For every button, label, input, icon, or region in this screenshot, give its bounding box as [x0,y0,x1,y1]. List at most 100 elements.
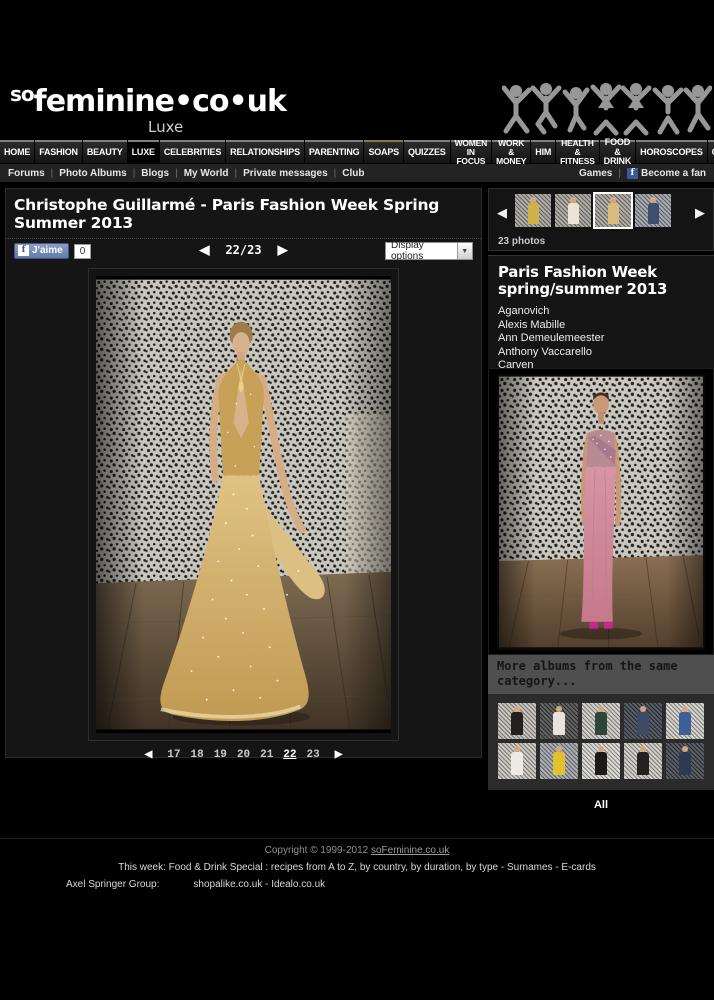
like-button[interactable]: fJ'aime [14,243,69,259]
sub-nav-divider: | [618,168,621,179]
page-number-21[interactable]: 21 [260,749,273,761]
strip-thumbnail-2[interactable] [555,194,591,227]
nav-item-work-money[interactable]: WORK & MONEY [492,140,530,163]
model-dress [553,752,565,775]
photo-position: 22/23 [225,243,261,257]
strip-next-arrow[interactable]: ▶ [695,205,705,221]
designer-alexis-mabille[interactable]: Alexis Mabille [498,319,704,333]
model-dress [528,203,539,224]
designer-anthony-vaccarello[interactable]: Anthony Vaccarello [498,346,704,360]
nav-item-parenting[interactable]: PARENTING [305,140,364,163]
model-dress [648,203,659,224]
album-thumbnail-8[interactable] [582,743,620,779]
nav-item-soaps[interactable]: SOAPS [364,140,403,163]
album-thumbnail-5[interactable] [666,703,704,739]
facebook-icon: f [627,168,638,179]
main-nav: HOMEFASHIONBEAUTYLUXECELEBRITIESRELATION… [0,140,714,163]
nav-item-food-drink[interactable]: FOOD & DRINK [600,140,636,163]
sub-nav-divider: | [51,168,54,179]
model-dress [511,712,523,735]
facebook-like-widget: fJ'aime 0 [14,243,91,259]
next-page-arrow[interactable]: ▶ [335,750,343,761]
page-number-23[interactable]: 23 [307,749,320,761]
album-thumbnail-3[interactable] [582,703,620,739]
main-photo[interactable] [89,269,398,740]
footer-separator [0,838,714,839]
designer-ann-demeulemeester[interactable]: Ann Demeulemeester [498,332,704,346]
facebook-icon: f [18,245,29,256]
model-dress [568,203,579,224]
album-title: Paris Fashion Week spring/summer 2013 [498,264,704,298]
album-thumbnail-2[interactable] [540,703,578,739]
dancing-figures-graphic [502,78,712,141]
nav-item-health-fitness[interactable]: HEALTH & FITNESS [556,140,598,163]
album-thumbnail-1[interactable] [498,703,536,739]
next-photo[interactable] [497,374,705,650]
album-thumbnail-9[interactable] [624,743,662,779]
display-options-label: Display options [391,240,457,262]
page-number-nav: ◀ 17 18 19 20 21 22 23 ▶ [6,749,481,761]
page-number-20[interactable]: 20 [237,749,250,761]
gallery-controls: fJ'aime 0 ◀ 22/23 ▶ Display options ▼ [6,239,481,265]
sub-nav-private-messages[interactable]: Private messages [243,168,328,179]
album-thumbnail-10[interactable] [666,743,704,779]
nav-item-home[interactable]: HOME [0,140,34,163]
thumbnail-strip [515,194,671,227]
album-thumbnail-6[interactable] [498,743,536,779]
logo-tagline: Luxe [148,118,183,136]
model-dress [595,712,607,735]
page-number-18[interactable]: 18 [190,749,203,761]
designer-aganovich[interactable]: Aganovich [498,305,704,319]
album-thumbnail-7[interactable] [540,743,578,779]
nav-item-beauty[interactable]: BEAUTY [83,140,127,163]
next-photo-arrow[interactable]: ▶ [278,242,288,258]
model-dress [595,752,607,775]
page-number-22[interactable]: 22 [283,749,296,761]
logo-so: so [10,82,34,106]
sub-nav-left: Forums|Photo Albums|Blogs|My World|Priva… [8,168,364,179]
more-albums-header: More albums from the same category... [488,655,714,694]
nav-item-women-in-focus[interactable]: WOMEN IN FOCUS [451,140,492,163]
sub-nav-club[interactable]: Club [342,168,364,179]
nav-item-relationships[interactable]: RELATIONSHIPS [226,140,304,163]
copyright-link[interactable]: soFeminine.co.uk [371,845,449,856]
nav-item-him[interactable]: HIM [531,140,555,163]
nav-item-horoscopes[interactable]: HOROSCOPES [636,140,707,163]
sub-nav-divider: | [133,168,136,179]
display-options-select[interactable]: Display options ▼ [385,242,473,260]
this-week-line[interactable]: This week: Food & Drink Special : recipe… [0,862,714,873]
nav-item-fashion[interactable]: FASHION [35,140,82,163]
previous-page-arrow[interactable]: ◀ [145,750,153,761]
nav-item-quizzes[interactable]: QUIZZES [404,140,450,163]
all-link[interactable]: All [488,799,714,811]
nav-item-comps[interactable]: COMPS [708,140,714,163]
page-number-17[interactable]: 17 [167,749,180,761]
page-title: Christophe Guillarmé - Paris Fashion Wee… [6,189,481,239]
photo-count: 23 photos [498,236,545,247]
nav-item-celebrities[interactable]: CELEBRITIES [160,140,225,163]
nav-item-luxe[interactable]: LUXE [128,140,159,163]
strip-previous-arrow[interactable]: ◀ [497,205,507,221]
strip-thumbnail-3[interactable] [595,194,631,227]
page-number-19[interactable]: 19 [214,749,227,761]
site-logo[interactable]: sofeminine•co•uk [10,82,286,119]
photo-pager: ◀ 22/23 ▶ [199,242,287,258]
sub-nav-my-world[interactable]: My World [184,168,229,179]
like-label: J'aime [32,245,63,256]
strip-thumbnail-1[interactable] [515,194,551,227]
copyright-text: Copyright © 1999-2012 [265,845,371,856]
sub-nav-divider: | [334,168,337,179]
become-a-fan-link[interactable]: Become a fan [641,168,706,179]
sub-nav-photo-albums[interactable]: Photo Albums [59,168,126,179]
sub-nav-blogs[interactable]: Blogs [141,168,169,179]
sub-nav-forums[interactable]: Forums [8,168,45,179]
chevron-down-icon: ▼ [457,243,472,259]
next-photo-panel [488,368,714,655]
model-dress [608,203,619,224]
previous-photo-arrow[interactable]: ◀ [199,242,209,258]
album-thumbnail-4[interactable] [624,703,662,739]
sub-nav-games[interactable]: Games [579,168,612,179]
strip-thumbnail-4[interactable] [635,194,671,227]
like-count: 0 [74,244,92,259]
group-links[interactable]: shopalike.co.uk - Idealo.co.uk [193,879,325,890]
